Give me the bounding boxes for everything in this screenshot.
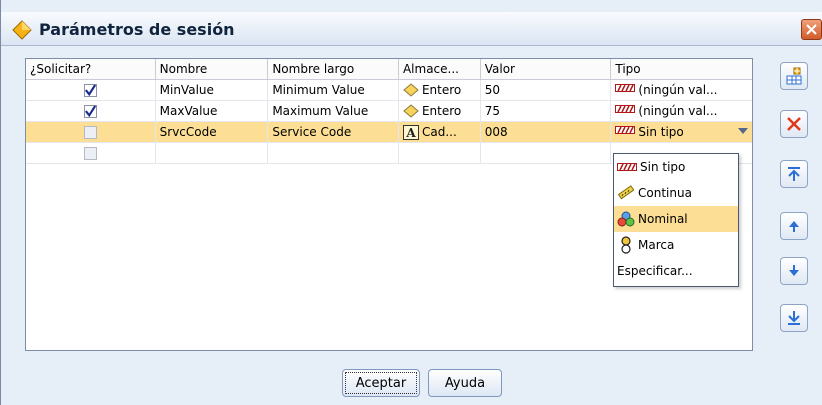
- storage-label: Entero: [421, 83, 462, 97]
- value-cell[interactable]: 008: [481, 122, 612, 142]
- type-label: Sin tipo: [638, 125, 684, 139]
- move-up-button[interactable]: [780, 212, 808, 240]
- session-parameters-dialog: Parámetros de sesión ¿Solicitar? Nombre …: [0, 0, 822, 405]
- arrow-up-icon: [789, 221, 799, 232]
- col-header-storage[interactable]: Almace...: [399, 59, 481, 79]
- table-row-selected[interactable]: SrvcCode Service Code A Cad... 008 Sin t…: [26, 122, 752, 143]
- delete-parameter-button[interactable]: [780, 110, 808, 138]
- type-dropdown-list: Sin tipo Continua Nominal Marca Especifi…: [613, 153, 739, 287]
- storage-label: Cad...: [421, 125, 457, 139]
- table-header: ¿Solicitar? Nombre Nombre largo Almace..…: [26, 59, 752, 80]
- col-header-name[interactable]: Nombre: [156, 59, 269, 79]
- diamond-icon: [11, 19, 33, 41]
- type-cell[interactable]: (ningún val...: [611, 101, 752, 121]
- long-name-cell[interactable]: Minimum Value: [268, 80, 399, 100]
- arrow-down-icon: [789, 265, 799, 276]
- string-icon: A: [402, 125, 419, 140]
- no-type-icon: [615, 126, 636, 134]
- prompt-cell: [26, 101, 156, 121]
- move-to-bottom-icon: [788, 311, 800, 325]
- checkmark-icon: [84, 105, 96, 118]
- no-type-icon: [617, 163, 637, 171]
- long-name-cell[interactable]: Maximum Value: [268, 101, 399, 121]
- type-select[interactable]: Sin tipo: [611, 122, 752, 142]
- prompt-checkbox[interactable]: [83, 126, 97, 139]
- value-cell[interactable]: 50: [481, 80, 612, 100]
- table-row[interactable]: MinValue Minimum Value Entero 50 (ningún…: [26, 80, 752, 101]
- value-cell[interactable]: 75: [481, 101, 612, 121]
- type-label: (ningún val...: [638, 104, 718, 118]
- option-label: Especificar...: [617, 264, 693, 278]
- prompt-cell: [26, 80, 156, 100]
- storage-label: Entero: [421, 104, 462, 118]
- option-label: Marca: [638, 238, 675, 252]
- dropdown-option-marca[interactable]: Marca: [614, 232, 738, 258]
- prompt-cell: [26, 122, 156, 142]
- ok-button[interactable]: Aceptar: [342, 369, 420, 397]
- long-name-cell[interactable]: Service Code: [268, 122, 399, 142]
- nominal-icon: [617, 211, 635, 227]
- help-button[interactable]: Ayuda: [428, 369, 502, 397]
- move-to-bottom-button[interactable]: [780, 304, 808, 332]
- checkmark-icon: [84, 84, 96, 97]
- no-type-icon: [615, 105, 636, 113]
- prompt-checkbox[interactable]: [83, 105, 97, 118]
- storage-cell[interactable]: Entero: [399, 101, 481, 121]
- col-header-value[interactable]: Valor: [481, 59, 612, 79]
- col-header-long-name[interactable]: Nombre largo: [268, 59, 399, 79]
- name-cell[interactable]: [156, 143, 269, 163]
- dropdown-option-sin-tipo[interactable]: Sin tipo: [614, 154, 738, 180]
- move-to-top-button[interactable]: [780, 160, 808, 188]
- add-row-icon: [786, 67, 802, 85]
- dropdown-option-nominal[interactable]: Nominal: [614, 206, 738, 232]
- close-button[interactable]: [801, 19, 822, 40]
- integer-icon: [403, 104, 419, 118]
- dropdown-option-especificar[interactable]: Especificar...: [614, 258, 738, 284]
- flag-icon: [621, 236, 631, 254]
- add-parameter-button[interactable]: [780, 62, 808, 90]
- prompt-checkbox[interactable]: [83, 84, 97, 97]
- prompt-cell: [26, 143, 156, 163]
- storage-cell[interactable]: [399, 143, 481, 163]
- long-name-cell[interactable]: [268, 143, 399, 163]
- no-type-icon: [615, 84, 636, 92]
- value-cell[interactable]: [481, 143, 612, 163]
- type-label: (ningún val...: [638, 83, 718, 97]
- ruler-icon: [617, 185, 635, 200]
- integer-icon: [403, 83, 419, 97]
- storage-cell[interactable]: Entero: [399, 80, 481, 100]
- storage-cell[interactable]: A Cad...: [399, 122, 481, 142]
- dropdown-option-continua[interactable]: Continua: [614, 180, 738, 206]
- col-header-prompt[interactable]: ¿Solicitar?: [26, 59, 156, 79]
- name-cell[interactable]: MinValue: [156, 80, 269, 100]
- name-cell[interactable]: SrvcCode: [156, 122, 269, 142]
- title-bar[interactable]: Parámetros de sesión: [1, 12, 822, 46]
- move-down-button[interactable]: [780, 257, 808, 285]
- option-label: Sin tipo: [640, 160, 686, 174]
- option-label: Nominal: [638, 212, 688, 226]
- col-header-type[interactable]: Tipo: [611, 59, 752, 79]
- option-label: Continua: [638, 186, 692, 200]
- move-to-top-icon: [788, 167, 800, 181]
- close-icon: [806, 24, 817, 35]
- type-cell[interactable]: (ningún val...: [611, 80, 752, 100]
- dialog-title: Parámetros de sesión: [39, 20, 235, 39]
- prompt-checkbox[interactable]: [83, 147, 97, 160]
- svg-text:A: A: [405, 126, 416, 140]
- name-cell[interactable]: MaxValue: [156, 101, 269, 121]
- table-row[interactable]: MaxValue Maximum Value Entero 75 (ningún…: [26, 101, 752, 122]
- delete-icon: [787, 117, 801, 131]
- chevron-down-icon[interactable]: [738, 128, 748, 134]
